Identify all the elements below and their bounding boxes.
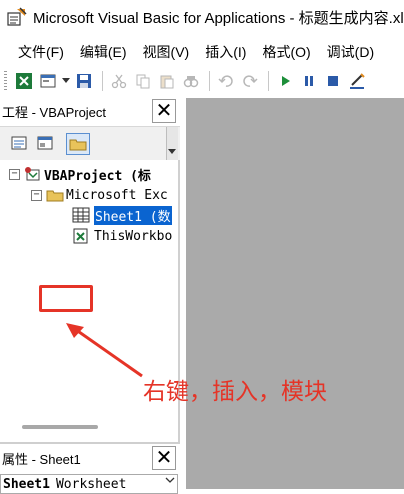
menu-file[interactable]: 文件(F) [18, 42, 64, 62]
view-code-icon[interactable] [8, 133, 30, 153]
standard-toolbar [0, 66, 404, 96]
toolbar-separator [268, 71, 269, 91]
break-icon[interactable] [298, 70, 320, 92]
undo-icon[interactable] [215, 70, 237, 92]
paste-icon[interactable] [156, 70, 178, 92]
toggle-folders-icon[interactable] [66, 133, 90, 155]
collapse-toggle[interactable]: − [31, 189, 42, 201]
reset-icon[interactable] [322, 70, 344, 92]
project-toolbar-scroll[interactable] [166, 127, 178, 160]
vba-app-icon[interactable] [7, 7, 27, 27]
menu-edit[interactable]: 编辑(E) [80, 42, 127, 62]
workbook-icon [72, 228, 90, 244]
project-close-button[interactable]: ✕ [152, 99, 176, 123]
menu-debug[interactable]: 调试(D) [327, 42, 374, 62]
tree-label-thisworkbook: ThisWorkbo [94, 228, 173, 244]
redo-icon[interactable] [239, 70, 261, 92]
tree-node-sheet1[interactable]: Sheet1 (数 [72, 205, 172, 225]
collapse-toggle[interactable]: − [9, 168, 20, 180]
tree-node-excel-objects[interactable]: − Microsoft Exc [31, 185, 168, 205]
properties-title: 属性 - Sheet1 [2, 451, 81, 467]
excel-icon[interactable] [13, 70, 35, 92]
design-mode-icon[interactable] [346, 70, 368, 92]
project-tree-hscrollbar[interactable] [0, 420, 176, 434]
title-bar: Microsoft Visual Basic for Applications … [0, 0, 404, 34]
properties-object-select[interactable]: Sheet1 Worksheet [0, 474, 178, 494]
folder-icon [46, 187, 64, 203]
project-explorer-title: 工程 - VBAProject [2, 104, 107, 120]
find-icon[interactable] [180, 70, 202, 92]
annotation-highlight-box [39, 285, 93, 312]
menu-insert[interactable]: 插入(I) [205, 42, 246, 62]
selected-object-name: Sheet1 [3, 476, 50, 492]
code-workspace[interactable] [186, 98, 404, 489]
window-title: Microsoft Visual Basic for Applications … [33, 9, 404, 27]
menu-format[interactable]: 格式(O) [262, 42, 310, 62]
toolbar-grip[interactable] [4, 71, 7, 91]
annotation-text: 右键，插入，模块 [143, 379, 327, 405]
tree-node-thisworkbook[interactable]: ThisWorkbo [72, 226, 172, 246]
tree-label-sheet1: Sheet1 (数 [94, 205, 172, 225]
project-explorer-header: 工程 - VBAProject ✕ [0, 98, 180, 124]
tree-label-vbaproject: VBAProject (标 [44, 168, 151, 184]
project-explorer-toolbar [0, 126, 180, 162]
properties-header: 属性 - Sheet1 ✕ [0, 442, 180, 472]
chevron-down-icon[interactable] [165, 476, 175, 487]
hscrollbar-thumb[interactable] [22, 425, 98, 429]
copy-icon[interactable] [132, 70, 154, 92]
toolbar-separator [209, 71, 210, 91]
insert-form-icon[interactable] [37, 70, 59, 92]
worksheet-icon [72, 207, 90, 223]
menu-bar: 文件(F) 编辑(E) 视图(V) 插入(I) 格式(O) 调试(D) [0, 38, 404, 66]
dropdown-arrow-icon[interactable] [61, 70, 71, 92]
save-icon[interactable] [73, 70, 95, 92]
toolbar-separator [102, 71, 103, 91]
vbaproject-icon [24, 166, 42, 182]
cut-icon[interactable] [108, 70, 130, 92]
view-object-icon[interactable] [34, 133, 56, 153]
properties-close-button[interactable]: ✕ [152, 446, 176, 470]
selected-object-type: Worksheet [55, 476, 127, 492]
tree-label-excel-objects: Microsoft Exc [66, 187, 168, 203]
tree-node-vbaproject[interactable]: − VBAProject (标 [9, 164, 151, 184]
menu-view[interactable]: 视图(V) [143, 42, 190, 62]
run-icon[interactable] [274, 70, 296, 92]
